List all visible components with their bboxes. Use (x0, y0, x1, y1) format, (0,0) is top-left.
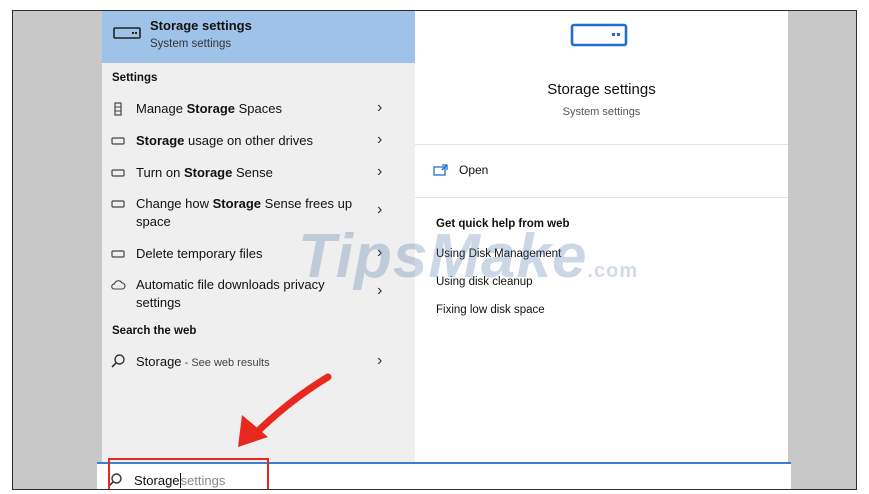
drive-icon (111, 200, 125, 208)
watermark-suffix: .com (587, 260, 639, 282)
best-match-subtitle: System settings (150, 38, 232, 50)
watermark-main: TipsMake (298, 222, 588, 291)
open-label: Open (459, 163, 489, 177)
drive-icon (570, 23, 628, 47)
detail-title: Storage settings (547, 81, 656, 98)
result-text-pre: Change how (136, 196, 213, 211)
web-result-hint: - See web results (181, 357, 270, 369)
result-text-pre: Manage (136, 101, 187, 116)
open-action[interactable]: Open (433, 163, 488, 177)
search-icon (111, 354, 125, 368)
result-text-bold: Storage (183, 165, 233, 180)
screenshot-frame: Storage settings System settings Setting… (12, 10, 857, 490)
best-match-title: Storage settings (150, 18, 252, 33)
result-text-bold: Storage (186, 101, 235, 116)
red-arrow-icon (238, 373, 332, 447)
result-text-post: Sense (232, 165, 273, 180)
drive-icon (111, 169, 125, 177)
watermark: TipsMake.com (298, 221, 638, 292)
settings-section-header: Settings (112, 72, 158, 84)
open-icon (433, 164, 448, 176)
chevron-right-icon[interactable]: › (377, 201, 382, 219)
result-text-post: Spaces (235, 101, 282, 116)
drive-icon (111, 250, 125, 258)
result-text-bold: Storage (136, 133, 185, 148)
storage-spaces-icon (114, 102, 122, 116)
best-match-item[interactable]: Storage settings System settings (102, 11, 415, 63)
drive-icon (113, 27, 141, 39)
web-section-header: Search the web (112, 325, 197, 337)
chevron-right-icon[interactable]: › (377, 99, 382, 117)
divider (415, 144, 788, 145)
chevron-right-icon[interactable]: › (377, 131, 382, 149)
web-result-label: Storage (136, 354, 182, 369)
result-text-post: usage on other drives (184, 133, 314, 148)
highlight-box (108, 458, 269, 489)
chevron-right-icon[interactable]: › (377, 352, 382, 370)
result-text-bold: Storage (212, 196, 262, 211)
cloud-icon (111, 280, 126, 290)
detail-subtitle: System settings (562, 106, 641, 118)
result-text-pre: Turn on (136, 165, 184, 180)
drive-icon (111, 137, 125, 145)
chevron-right-icon[interactable]: › (377, 163, 382, 181)
divider (415, 197, 788, 198)
help-link-low-disk-space[interactable]: Fixing low disk space (436, 304, 545, 316)
